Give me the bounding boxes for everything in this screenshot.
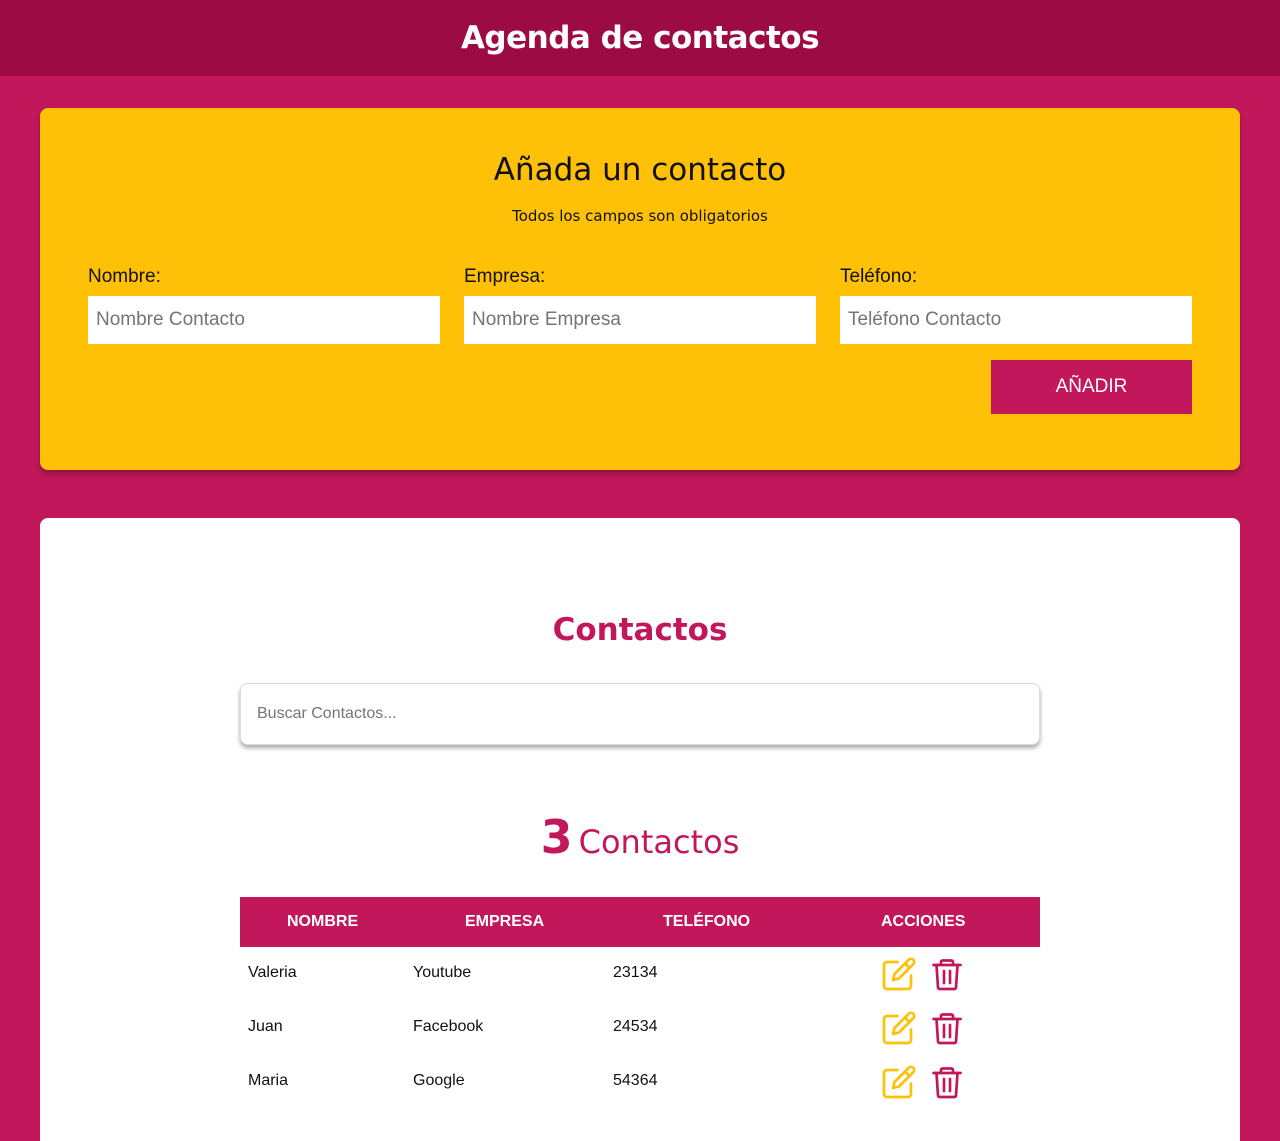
column-header-empresa: EMPRESA bbox=[465, 913, 545, 930]
add-contact-button[interactable]: AÑADIR bbox=[991, 360, 1192, 414]
trash-icon[interactable] bbox=[928, 1010, 966, 1046]
contacts-count-label: Contactos bbox=[578, 823, 740, 861]
row-telefono: 23134 bbox=[613, 964, 658, 981]
search-input[interactable] bbox=[240, 683, 1040, 745]
column-header-acciones: ACCIONES bbox=[881, 913, 966, 930]
edit-icon[interactable] bbox=[880, 1010, 918, 1046]
row-empresa: Youtube bbox=[413, 964, 472, 981]
contacts-title: Contactos bbox=[552, 612, 728, 648]
row-empresa: Google bbox=[413, 1072, 465, 1089]
empresa-label: Empresa: bbox=[464, 266, 546, 287]
contacts-count-number: 3 bbox=[540, 810, 573, 864]
column-header-telefono: TELÉFONO bbox=[663, 913, 751, 930]
row-telefono: 24534 bbox=[613, 1018, 658, 1035]
row-empresa: Facebook bbox=[413, 1018, 484, 1035]
contacts-count: 3 Contactos bbox=[0, 810, 1280, 864]
form-title: Añada un contacto bbox=[493, 152, 787, 188]
telefono-input[interactable] bbox=[840, 296, 1192, 344]
row-telefono: 54364 bbox=[613, 1072, 658, 1089]
row-nombre: Maria bbox=[248, 1072, 289, 1089]
form-subtitle: Todos los campos son obligatorios bbox=[512, 207, 768, 225]
app-title: Agenda de contactos bbox=[460, 20, 820, 56]
table-header: NOMBRE EMPRESA TELÉFONO ACCIONES bbox=[240, 897, 1040, 947]
row-nombre: Juan bbox=[248, 1018, 283, 1035]
row-nombre: Valeria bbox=[248, 964, 297, 981]
nombre-input[interactable] bbox=[88, 296, 440, 344]
nombre-label: Nombre: bbox=[88, 266, 161, 287]
app-header: Agenda de contactos bbox=[0, 0, 1280, 76]
telefono-label: Teléfono: bbox=[840, 266, 918, 287]
edit-icon[interactable] bbox=[880, 956, 918, 992]
edit-icon[interactable] bbox=[880, 1064, 918, 1100]
column-header-nombre: NOMBRE bbox=[287, 913, 359, 930]
trash-icon[interactable] bbox=[928, 956, 966, 992]
empresa-input[interactable] bbox=[464, 296, 816, 344]
trash-icon[interactable] bbox=[928, 1064, 966, 1100]
